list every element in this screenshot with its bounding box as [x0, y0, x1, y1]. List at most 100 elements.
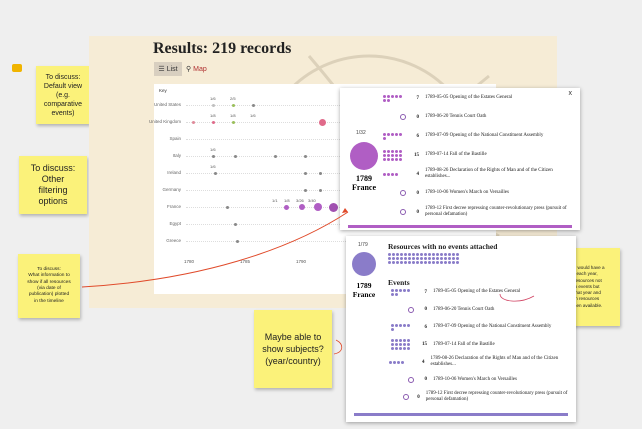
ratio-label: 2/5 — [230, 96, 236, 101]
card-year-circle[interactable] — [352, 252, 376, 276]
ratio-label: 1/8 — [230, 113, 236, 118]
no-events-heading: Resources with no events attached — [388, 242, 498, 251]
card-year: 1789 — [356, 281, 372, 290]
timeline-dot[interactable] — [234, 222, 237, 226]
timeline-dot[interactable] — [212, 120, 215, 124]
resource-dot — [444, 257, 447, 260]
empty-ring-icon — [388, 394, 409, 400]
event-row[interactable]: 15 1789-07-14 Fall of the Bastille — [380, 149, 487, 161]
comment-icon[interactable] — [12, 64, 22, 72]
timeline-dot[interactable] — [212, 103, 215, 107]
country-label: Ireland — [167, 170, 181, 175]
timeline-dot[interactable] — [232, 120, 235, 124]
timeline-dot[interactable] — [319, 188, 322, 192]
event-row[interactable]: 0 1789-12 First decree repressing counter… — [388, 391, 574, 403]
popup-year-circle[interactable] — [350, 142, 378, 170]
ratio-label: 3/26 — [296, 198, 304, 203]
timeline-dot[interactable] — [214, 171, 217, 175]
resource-dot — [396, 261, 399, 264]
event-title: 1789-12 First decree repressing counter-… — [425, 391, 568, 402]
ring-mark — [408, 376, 414, 383]
timeline-dot[interactable] — [236, 239, 239, 243]
resource-dot — [440, 257, 443, 260]
close-icon[interactable]: x — [569, 90, 573, 97]
empty-ring-icon — [388, 306, 414, 313]
country-label: United Kingdom — [148, 119, 181, 124]
key-label: Key — [159, 88, 167, 93]
resource-dot — [448, 261, 451, 264]
timeline-dot[interactable] — [304, 171, 307, 175]
event-title: 1789-07-09 Opening of the National Const… — [433, 324, 552, 329]
event-row[interactable]: 7 1789-05-05 Opening of the Estates Gener… — [388, 286, 520, 298]
dot-grid — [383, 132, 402, 140]
event-row[interactable]: 0 1789-06-20 Tennis Court Oath — [380, 111, 486, 123]
timeline-dot[interactable] — [304, 188, 307, 192]
tab-list[interactable]: ☰ List — [154, 62, 182, 76]
card-ratio: 1/79 — [358, 242, 368, 248]
event-title: 1789-05-05 Opening of the Estates Genera… — [433, 289, 521, 294]
sticky-default-view[interactable]: To discuss: Default view (e.g. comparati… — [36, 66, 90, 124]
popup-year: 1789 — [356, 174, 372, 183]
resource-dot — [428, 257, 431, 260]
tab-list-label: List — [166, 65, 178, 73]
timeline-dot[interactable] — [274, 154, 277, 158]
event-row[interactable]: 0 1789-06-20 Tennis Court Oath — [388, 304, 494, 316]
resource-dot — [432, 257, 435, 260]
event-count: 0 — [416, 209, 420, 215]
resource-dot — [388, 253, 391, 256]
event-row[interactable]: 7 1789-05-05 Opening of the Estates Gener… — [380, 92, 512, 104]
resource-dot — [432, 261, 435, 264]
resource-dot — [440, 253, 443, 256]
ring-mark — [400, 190, 406, 196]
event-title: 1789-07-09 Opening of the National Const… — [425, 133, 544, 138]
timeline-dot[interactable] — [212, 154, 215, 158]
timeline-dot[interactable] — [319, 171, 322, 175]
timeline-dot[interactable] — [314, 203, 322, 211]
event-row[interactable]: 0 1789-10-06 Women's March on Versailles — [388, 374, 517, 386]
event-title: 1789-10-06 Women's March on Versailles — [433, 376, 517, 382]
sticky-filtering[interactable]: To discuss: Other filtering options — [19, 156, 87, 214]
dot-grid — [389, 360, 408, 364]
event-row[interactable]: 0 1789-12 First decree repressing counter… — [380, 206, 575, 218]
timeline-dot[interactable] — [304, 154, 307, 158]
ratio-label: 1/1 — [272, 198, 278, 203]
sticky-subjects[interactable]: Maybe able to show subjects? (year/count… — [254, 310, 332, 388]
tab-map-label: Map — [193, 65, 207, 73]
card-footer-bar — [354, 413, 568, 416]
event-row[interactable]: 4 1789-08-26 Declaration of the Rights of… — [380, 168, 575, 180]
resource-dot — [456, 257, 459, 260]
ring-mark — [402, 394, 409, 400]
timeline-dot[interactable] — [284, 204, 289, 210]
sticky-info[interactable]: To discuss: What information to show if … — [18, 254, 80, 318]
resource-dot — [452, 253, 455, 256]
resource-dot — [416, 257, 419, 260]
event-count: 0 — [416, 190, 420, 196]
timeline-dot[interactable] — [329, 202, 338, 212]
timeline-dot[interactable] — [234, 154, 237, 158]
resource-dot — [412, 261, 415, 264]
ratio-label: 3/40 — [308, 198, 316, 203]
page-title: Results: 219 records — [153, 40, 292, 57]
resource-dot — [412, 257, 415, 260]
event-row[interactable]: 6 1789-07-09 Opening of the National Cons… — [380, 130, 543, 142]
event-row[interactable]: 4 1789-08-26 Declaration of the Rights of… — [388, 356, 574, 368]
country-label: Egypt — [169, 221, 181, 226]
timeline-dot[interactable] — [319, 118, 326, 126]
event-count: 7 — [424, 289, 428, 295]
timeline-dot[interactable] — [252, 103, 255, 107]
timeline-dot[interactable] — [299, 204, 305, 210]
popup-card: x 1/32 1789 France 7 1789-05-05 Opening o… — [340, 88, 580, 230]
timeline-dot[interactable] — [226, 205, 229, 209]
resource-dot — [424, 257, 427, 260]
country-label: Greece — [166, 238, 181, 243]
event-title: 1789-12 First decree repressing counter-… — [425, 206, 567, 217]
event-row[interactable]: 15 1789-07-14 Fall of the Bastille — [388, 339, 495, 351]
tab-map[interactable]: ⚲ Map — [186, 62, 207, 76]
event-row[interactable]: 0 1789-10-06 Women's March on Versailles — [380, 187, 509, 199]
timeline-dot[interactable] — [232, 103, 235, 107]
timeline-dot[interactable] — [192, 120, 195, 124]
resource-dot — [408, 253, 411, 256]
event-row[interactable]: 6 1789-07-09 Opening of the National Cons… — [388, 321, 551, 333]
resource-dot — [416, 253, 419, 256]
resource-dots — [388, 360, 412, 364]
